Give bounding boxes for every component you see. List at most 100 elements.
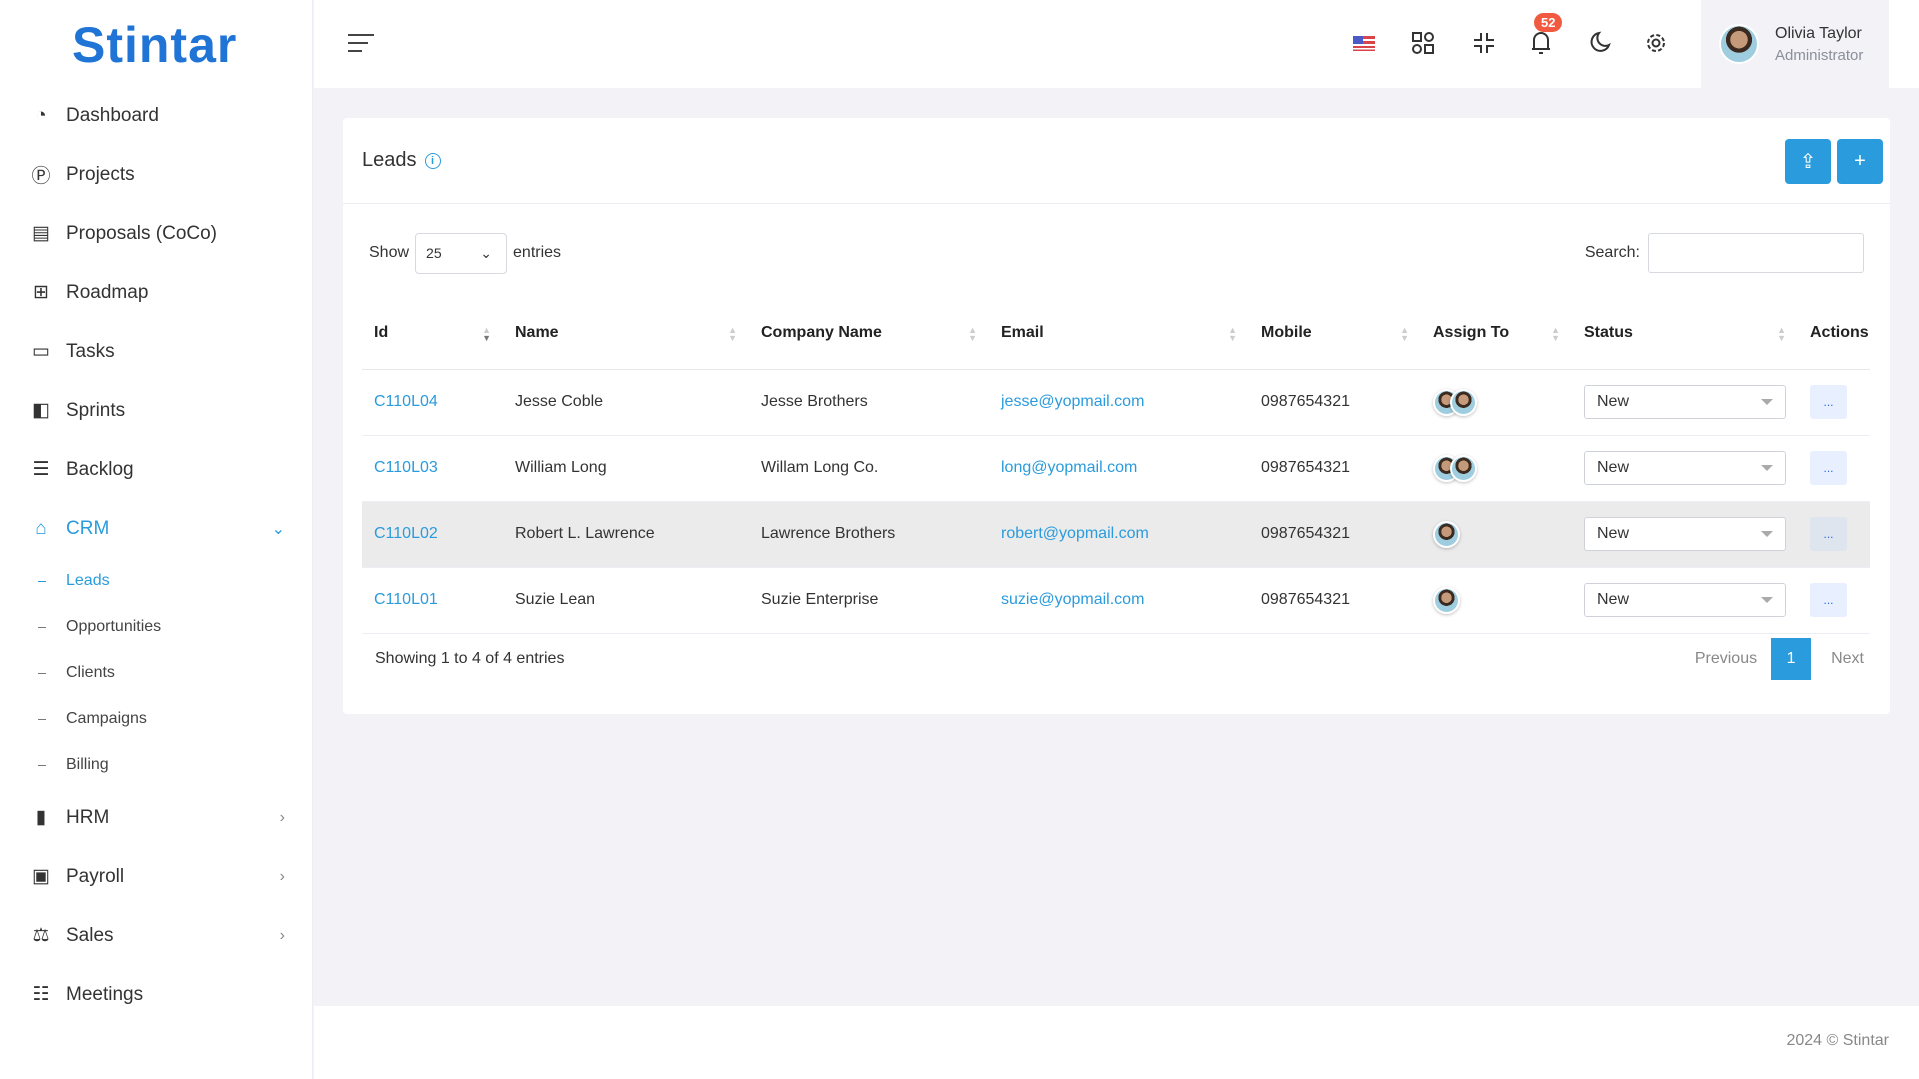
page-size-select[interactable]: 25 ⌄ <box>415 232 508 274</box>
column-label: Assign To <box>1433 324 1510 342</box>
chevron-right-icon: › <box>279 808 285 826</box>
moon-icon[interactable] <box>1584 28 1614 58</box>
sidebar-subitem-clients[interactable]: Clients <box>0 650 313 696</box>
email-link[interactable]: suzie@yopmail.com <box>1001 591 1144 608</box>
search-input[interactable] <box>1648 233 1864 273</box>
actions-button[interactable]: ... <box>1810 385 1847 419</box>
lead-name: Robert L. Lawrence <box>503 501 749 568</box>
status-select[interactable]: New <box>1584 517 1786 551</box>
fullscreen-exit-icon[interactable] <box>1469 28 1499 58</box>
column-label: Status <box>1584 324 1633 342</box>
column-header-id[interactable]: Id ▲ ▼ <box>362 298 503 370</box>
email-link[interactable]: jesse@yopmail.com <box>1001 393 1144 410</box>
sidebar-item-label: Sprints <box>66 399 126 421</box>
sidebar-item-label: CRM <box>66 517 110 539</box>
column-header-email[interactable]: Email ▲ ▼ <box>989 298 1249 370</box>
chevron-down-icon: ⌄ <box>480 244 493 261</box>
menu-toggle-icon[interactable] <box>348 34 374 58</box>
crm-icon: ⌂ <box>35 517 47 539</box>
lead-name: William Long <box>503 435 749 502</box>
email-link[interactable]: long@yopmail.com <box>1001 459 1137 476</box>
sidebar-subitem-label: Clients <box>66 664 115 681</box>
sidebar-subitem-campaigns[interactable]: Campaigns <box>0 696 313 742</box>
column-header-assign-to[interactable]: Assign To ▲ ▼ <box>1421 298 1572 370</box>
actions-button[interactable]: ... <box>1810 517 1847 551</box>
assignee-avatar[interactable] <box>1433 586 1460 614</box>
actions-button[interactable]: ... <box>1810 451 1847 485</box>
column-label: Mobile <box>1261 324 1312 342</box>
sidebar-item-dashboard[interactable]: ◔ Dashboard <box>0 86 313 145</box>
mobile: 0987654321 <box>1249 501 1421 568</box>
actions-button[interactable]: ... <box>1810 583 1847 617</box>
status-select[interactable]: New <box>1584 583 1786 617</box>
footer: 2024 © Stintar <box>314 1006 1919 1079</box>
sort-icon: ▲ ▼ <box>1228 325 1237 343</box>
user-role: Administrator <box>1775 46 1864 64</box>
sidebar-subitem-billing[interactable]: Billing <box>0 742 313 788</box>
sidebar-item-label: Dashboard <box>66 104 159 126</box>
bell-icon[interactable]: 52 <box>1526 13 1563 58</box>
plus-icon: + <box>1854 150 1866 172</box>
sort-icon: ▲ ▼ <box>728 325 737 343</box>
us-flag-icon[interactable] <box>1349 28 1379 58</box>
sidebar-item-projects[interactable]: Ⓟ Projects <box>0 145 313 204</box>
gauge-icon: ◔ <box>35 104 47 126</box>
status-value: New <box>1597 525 1630 542</box>
sidebar-item-payroll[interactable]: ▣ Payroll › <box>0 847 313 906</box>
previous-button[interactable]: Previous <box>1695 650 1757 668</box>
sidebar-subitem-label: Billing <box>66 756 109 773</box>
sidebar-item-backlog[interactable]: ☰ Backlog <box>0 440 313 499</box>
next-button[interactable]: Next <box>1831 650 1864 668</box>
mobile: 0987654321 <box>1249 435 1421 502</box>
sidebar: Stintar ◔ Dashboard Ⓟ Projects ▤ Proposals (C… <box>0 0 313 1079</box>
dash-icon <box>38 764 46 766</box>
dash-icon <box>38 580 46 582</box>
sidebar-item-meetings[interactable]: ☷ Meetings <box>0 965 313 1024</box>
assignee-avatar[interactable] <box>1450 388 1477 416</box>
sidebar-item-sprints[interactable]: ◧ Sprints <box>0 381 313 440</box>
apps-icon[interactable] <box>1408 28 1438 58</box>
column-header-status[interactable]: Status ▲ ▼ <box>1572 298 1798 370</box>
entries-label: entries <box>513 244 562 261</box>
column-header-name[interactable]: Name ▲ ▼ <box>503 298 749 370</box>
info-icon[interactable]: i <box>424 152 441 169</box>
user-menu[interactable]: Olivia Taylor Administrator <box>1701 0 1889 88</box>
sidebar-item-crm[interactable]: ⌂ CRM ⌄ <box>0 499 313 558</box>
gear-icon[interactable] <box>1641 28 1671 58</box>
column-header-mobile[interactable]: Mobile ▲ ▼ <box>1249 298 1421 370</box>
page-1-button[interactable]: 1 <box>1771 638 1812 680</box>
sidebar-item-hrm[interactable]: ▮ HRM › <box>0 788 313 847</box>
lead-id-link[interactable]: C110L03 <box>374 459 438 476</box>
chevron-right-icon: › <box>279 867 285 885</box>
board-icon: ◧ <box>32 400 50 421</box>
assignee-avatar[interactable] <box>1433 520 1460 548</box>
hrm-icon: ▮ <box>35 807 47 828</box>
lead-id-link[interactable]: C110L01 <box>374 591 438 608</box>
lead-name: Suzie Lean <box>503 567 749 634</box>
email-link[interactable]: robert@yopmail.com <box>1001 525 1149 542</box>
sidebar-item-roadmap[interactable]: ⊞ Roadmap <box>0 263 313 322</box>
page-title: Leads <box>362 149 417 171</box>
sidebar-item-tasks[interactable]: ▭ Tasks <box>0 322 313 381</box>
export-button[interactable]: ⇪ <box>1785 139 1831 184</box>
sidebar-item-sales[interactable]: ⚖ Sales › <box>0 906 313 965</box>
status-select[interactable]: New <box>1584 451 1786 485</box>
lead-id-link[interactable]: C110L02 <box>374 525 438 542</box>
sidebar-subitem-label: Opportunities <box>66 618 162 635</box>
lead-id-link[interactable]: C110L04 <box>374 393 438 410</box>
sidebar-item-proposals-coco[interactable]: ▤ Proposals (CoCo) <box>0 204 313 263</box>
caret-down-icon <box>1761 597 1773 603</box>
mobile: 0987654321 <box>1249 567 1421 634</box>
sort-icon: ▲ ▼ <box>1777 325 1786 343</box>
sidebar-subitem-opportunities[interactable]: Opportunities <box>0 604 313 650</box>
column-label: Company Name <box>761 324 882 342</box>
add-lead-button[interactable]: + <box>1837 139 1883 184</box>
column-label: Name <box>515 324 559 342</box>
dash-icon <box>38 718 46 720</box>
status-select[interactable]: New <box>1584 385 1786 419</box>
sidebar-subitem-leads[interactable]: Leads <box>0 558 313 604</box>
assignee-avatar[interactable] <box>1450 454 1477 482</box>
ticket-icon: ▭ <box>32 341 50 362</box>
column-header-company-name[interactable]: Company Name ▲ ▼ <box>749 298 989 370</box>
sidebar-item-label: Payroll <box>66 865 125 887</box>
